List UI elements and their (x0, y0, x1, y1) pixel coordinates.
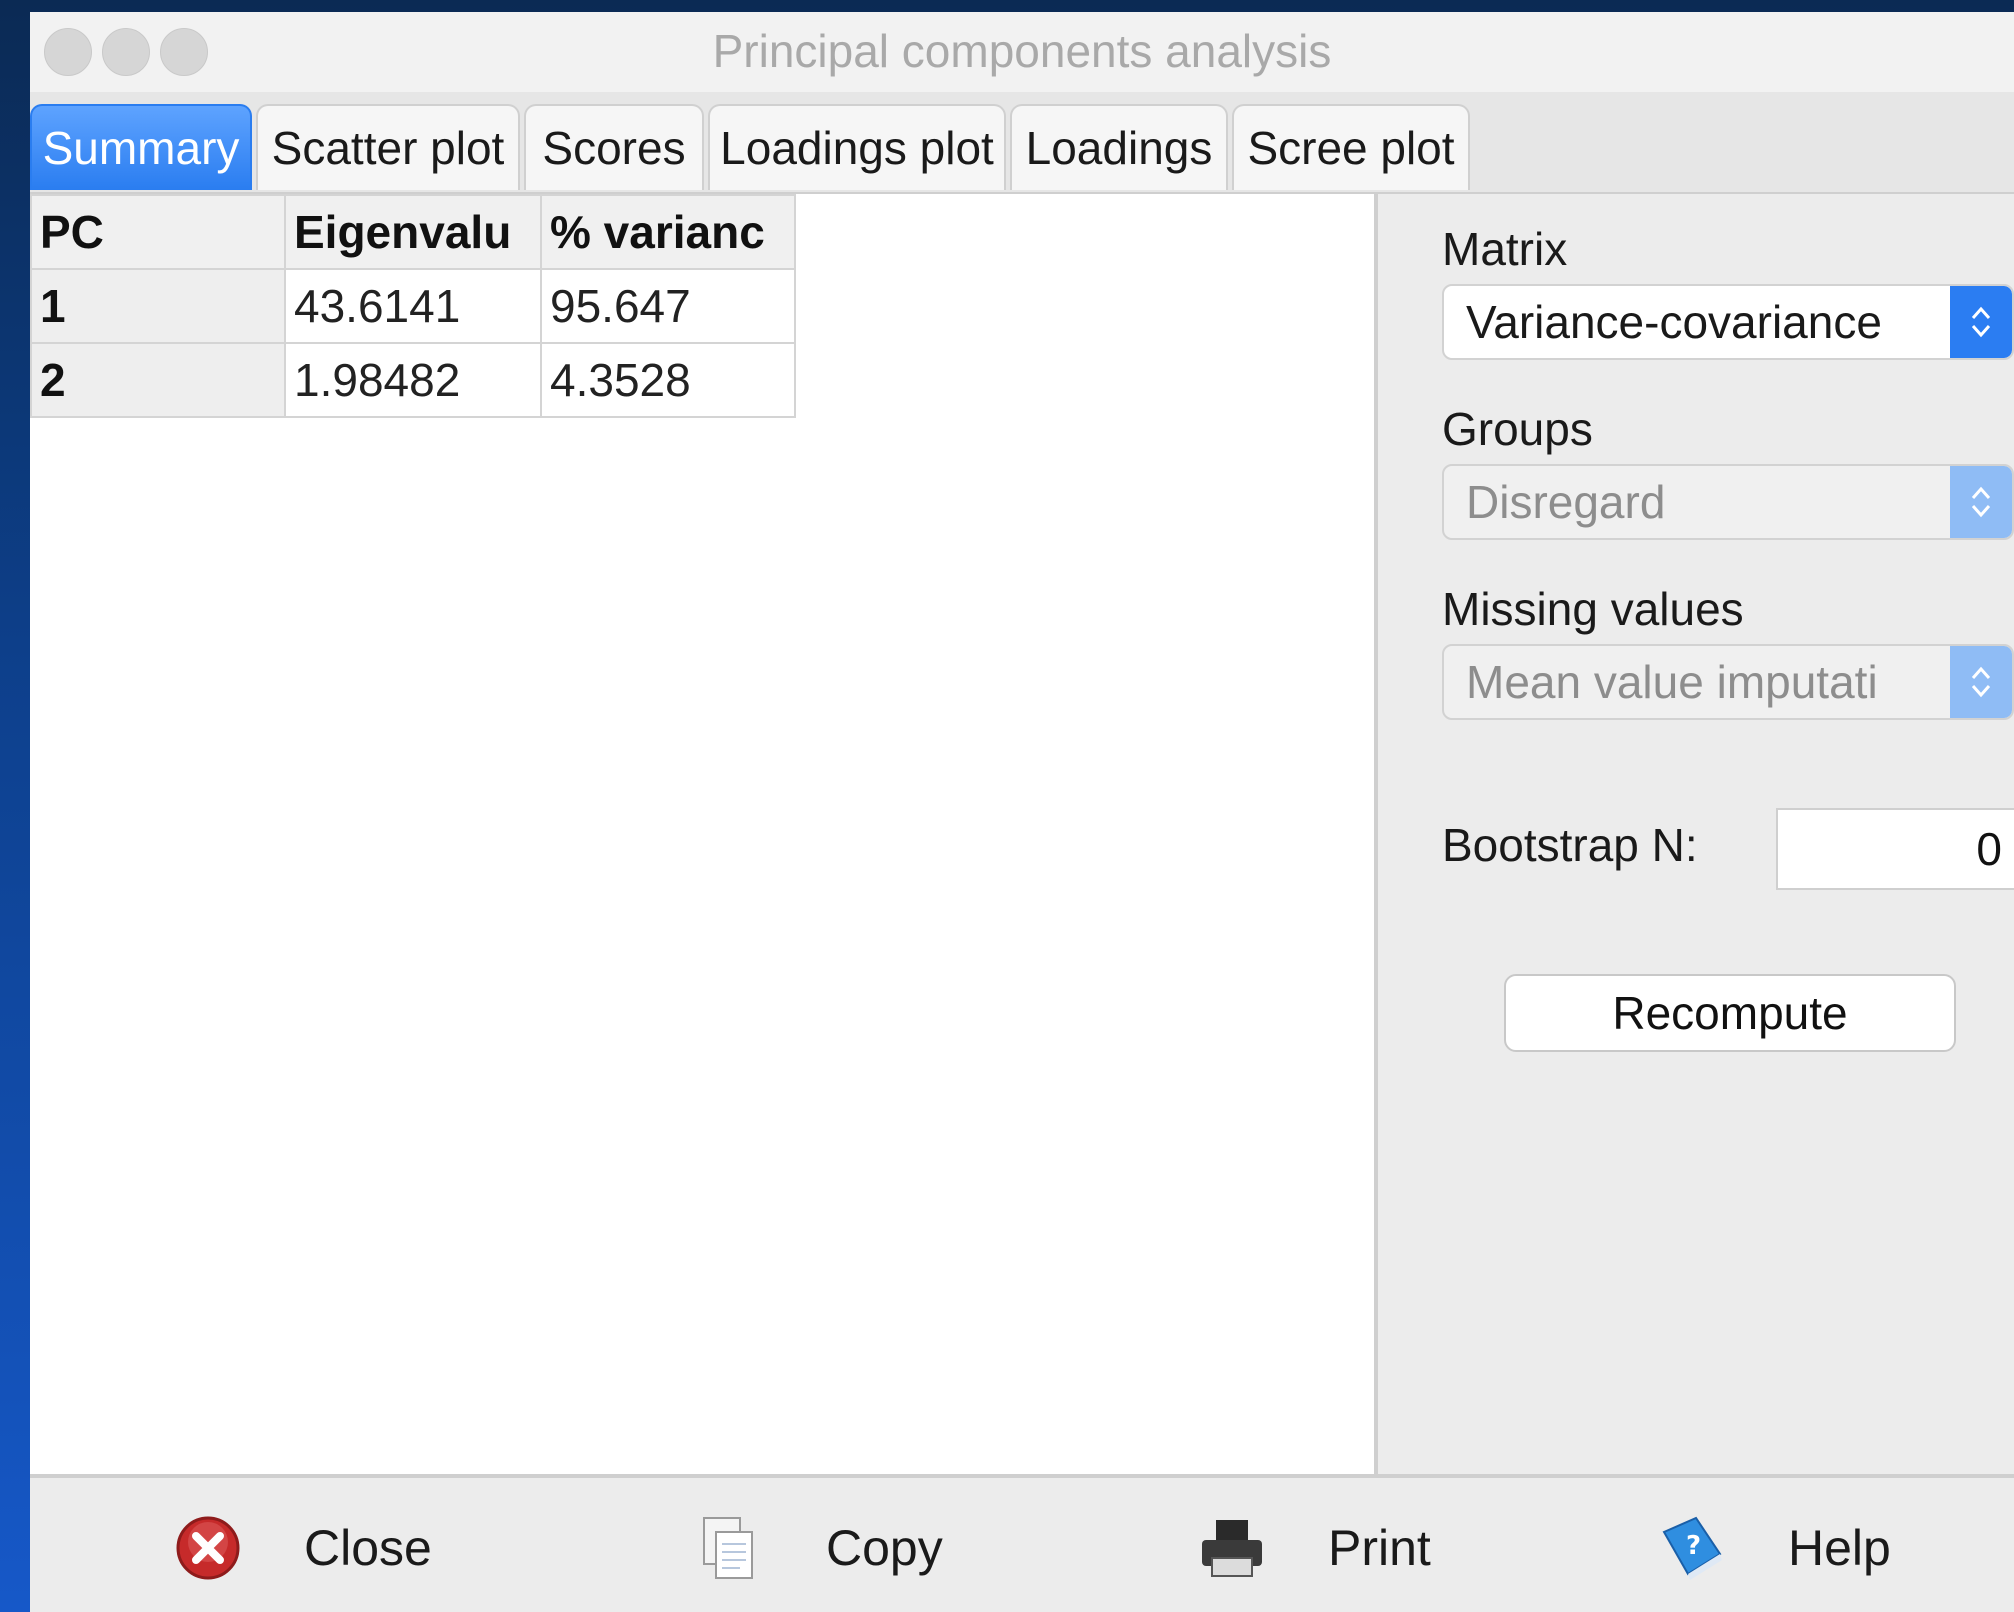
bootstrap-label: Bootstrap N: (1442, 819, 1698, 871)
tab-loadings-plot[interactable]: Loadings plot (708, 104, 1006, 190)
matrix-select[interactable]: Variance-covariance (1442, 284, 2014, 360)
help-button-label: Help (1788, 1520, 1891, 1576)
eigenvalue-cell[interactable]: 43.6141 (284, 268, 542, 344)
chevron-updown-icon (1950, 646, 2012, 718)
window-title: Principal components analysis (712, 25, 1332, 77)
summary-table: PC Eigenvalu % varianc 1 43.6141 95.647 … (30, 194, 796, 418)
chevron-updown-icon (1950, 286, 2012, 358)
matrix-label: Matrix (1442, 223, 1568, 275)
variance-cell[interactable]: 95.647 (540, 268, 796, 344)
svg-text:?: ? (1686, 1531, 1701, 1561)
column-header-pc[interactable]: PC (30, 194, 286, 270)
table-header-row: PC Eigenvalu % varianc (30, 194, 796, 270)
tab-scores[interactable]: Scores (524, 104, 704, 190)
groups-select[interactable]: Disregard (1442, 464, 2014, 540)
close-button[interactable]: Close (172, 1508, 432, 1588)
close-icon (172, 1512, 244, 1584)
table-row: 1 43.6141 95.647 (30, 268, 796, 344)
title-bar: Principal components analysis (30, 12, 2014, 93)
tab-summary[interactable]: Summary (30, 104, 252, 190)
groups-select-value: Disregard (1466, 476, 1666, 528)
groups-label: Groups (1442, 403, 1593, 455)
missing-values-select[interactable]: Mean value imputati (1442, 644, 2014, 720)
copy-icon (694, 1512, 766, 1584)
tab-scree-plot[interactable]: Scree plot (1232, 104, 1470, 190)
options-panel: Matrix Variance-covariance Groups Disreg… (1378, 194, 2014, 1474)
missing-values-select-value: Mean value imputati (1466, 656, 1878, 708)
chevron-updown-icon (1950, 466, 2012, 538)
print-icon (1196, 1512, 1268, 1584)
bootstrap-input[interactable]: 0 (1776, 808, 2014, 890)
close-button-label: Close (304, 1520, 432, 1576)
copy-button-label: Copy (826, 1520, 943, 1576)
missing-values-label: Missing values (1442, 583, 1744, 635)
tab-loadings[interactable]: Loadings (1010, 104, 1228, 190)
pca-window: Principal components analysis Summary Sc… (30, 12, 2014, 1612)
help-icon: ? (1656, 1512, 1728, 1584)
column-header-eigenvalue[interactable]: Eigenvalu (284, 194, 542, 270)
help-button[interactable]: ? Help (1656, 1508, 1891, 1588)
eigenvalue-cell[interactable]: 1.98482 (284, 342, 542, 418)
tab-bar: Summary Scatter plot Scores Loadings plo… (30, 92, 2014, 194)
table-row: 2 1.98482 4.3528 (30, 342, 796, 418)
recompute-button[interactable]: Recompute (1504, 974, 1956, 1052)
matrix-select-value: Variance-covariance (1466, 296, 1882, 348)
row-header: 1 (30, 268, 286, 344)
tab-scatter-plot[interactable]: Scatter plot (256, 104, 520, 190)
copy-button[interactable]: Copy (694, 1508, 943, 1588)
column-header-variance[interactable]: % varianc (540, 194, 796, 270)
summary-table-pane: PC Eigenvalu % varianc 1 43.6141 95.647 … (30, 194, 1378, 1474)
row-header: 2 (30, 342, 286, 418)
variance-cell[interactable]: 4.3528 (540, 342, 796, 418)
print-button[interactable]: Print (1196, 1508, 1431, 1588)
print-button-label: Print (1328, 1520, 1431, 1576)
bottom-toolbar: Close Copy Print ? Help (30, 1474, 2014, 1612)
